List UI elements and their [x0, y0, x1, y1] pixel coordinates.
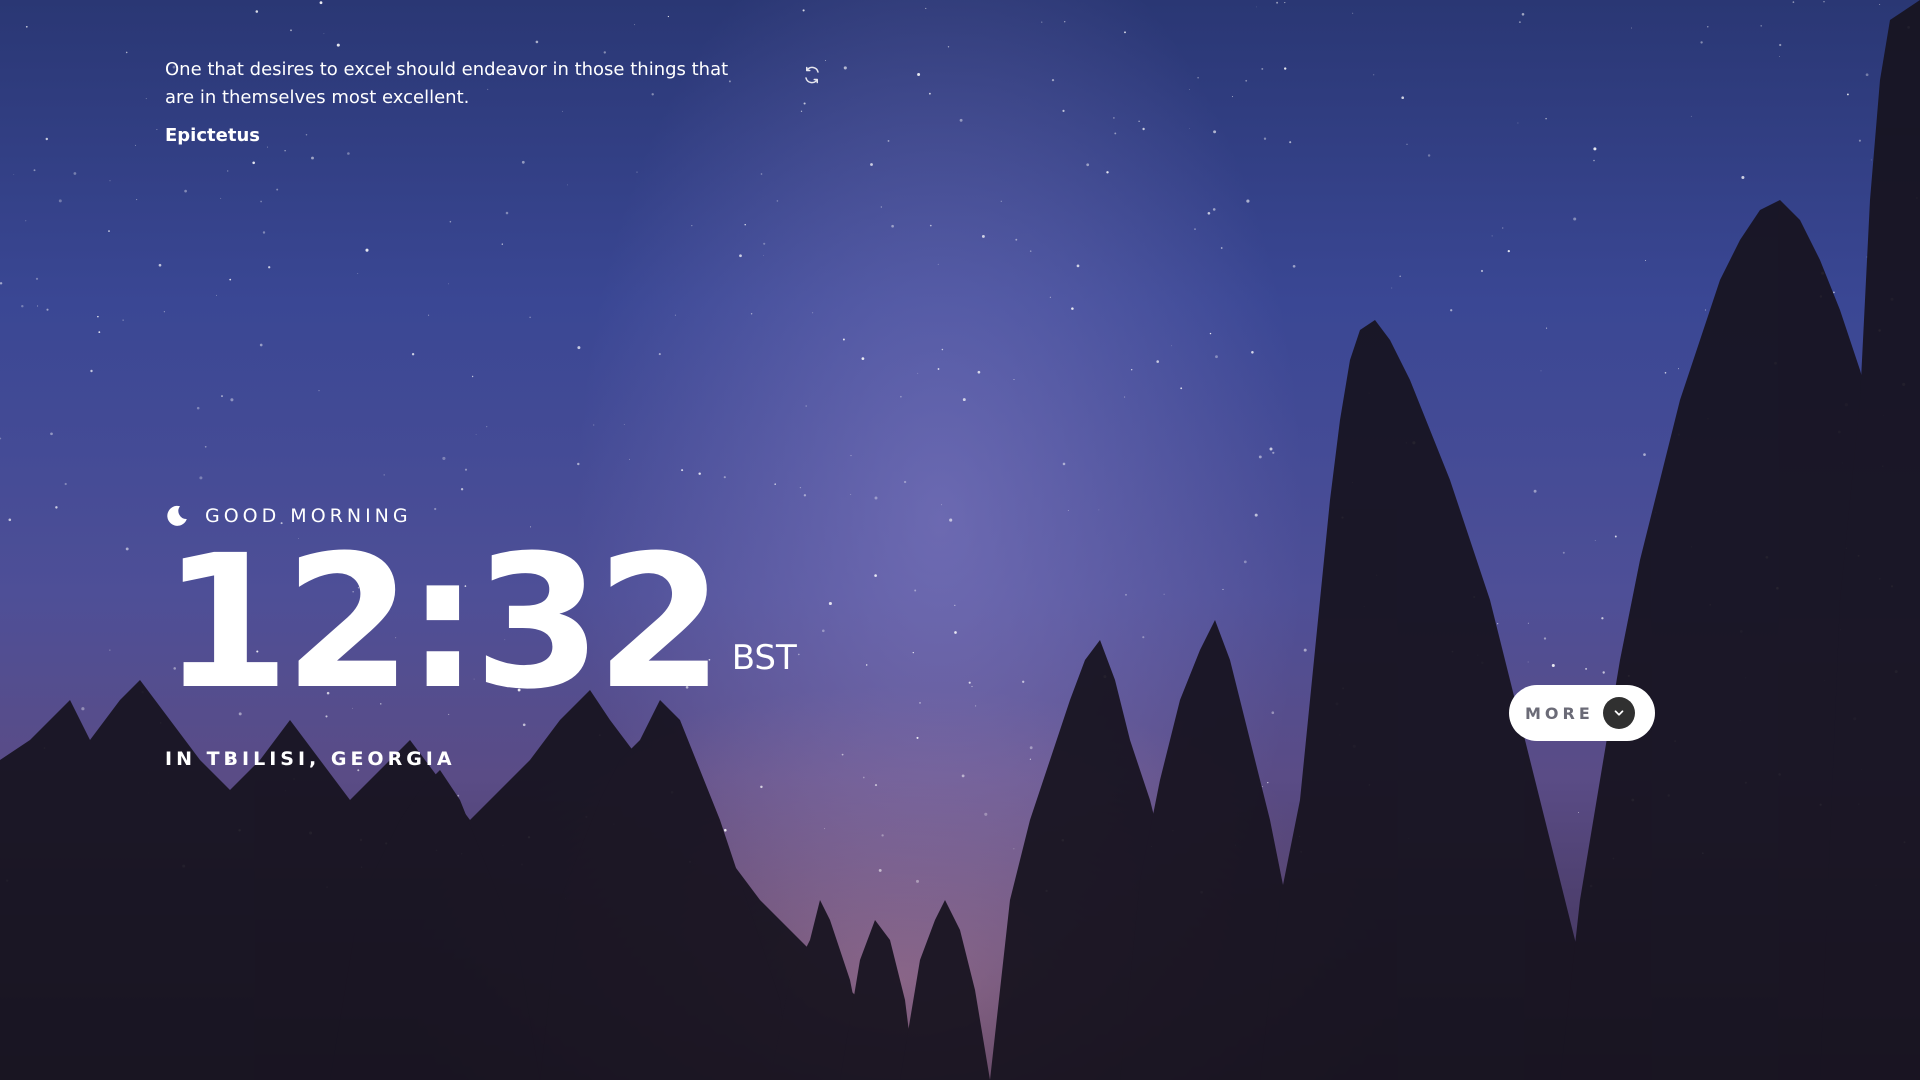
clock: 12:32 BST — [162, 528, 797, 718]
chevron-down-icon — [1603, 697, 1635, 729]
quote-block: One that desires to excel should endeavo… — [165, 56, 765, 148]
current-time: 12:32 — [162, 516, 724, 730]
quote-text: One that desires to excel should endeavo… — [165, 59, 729, 108]
location-text: IN TBILISI, GEORGIA — [165, 748, 456, 770]
quote-author: Epictetus — [165, 125, 260, 146]
more-button[interactable]: MORE — [1509, 685, 1655, 741]
refresh-icon[interactable] — [803, 66, 821, 84]
timezone-abbr: BST — [731, 638, 797, 678]
background-night-sky: One that desires to excel should endeavo… — [0, 0, 1920, 1080]
more-button-label: MORE — [1525, 703, 1594, 723]
